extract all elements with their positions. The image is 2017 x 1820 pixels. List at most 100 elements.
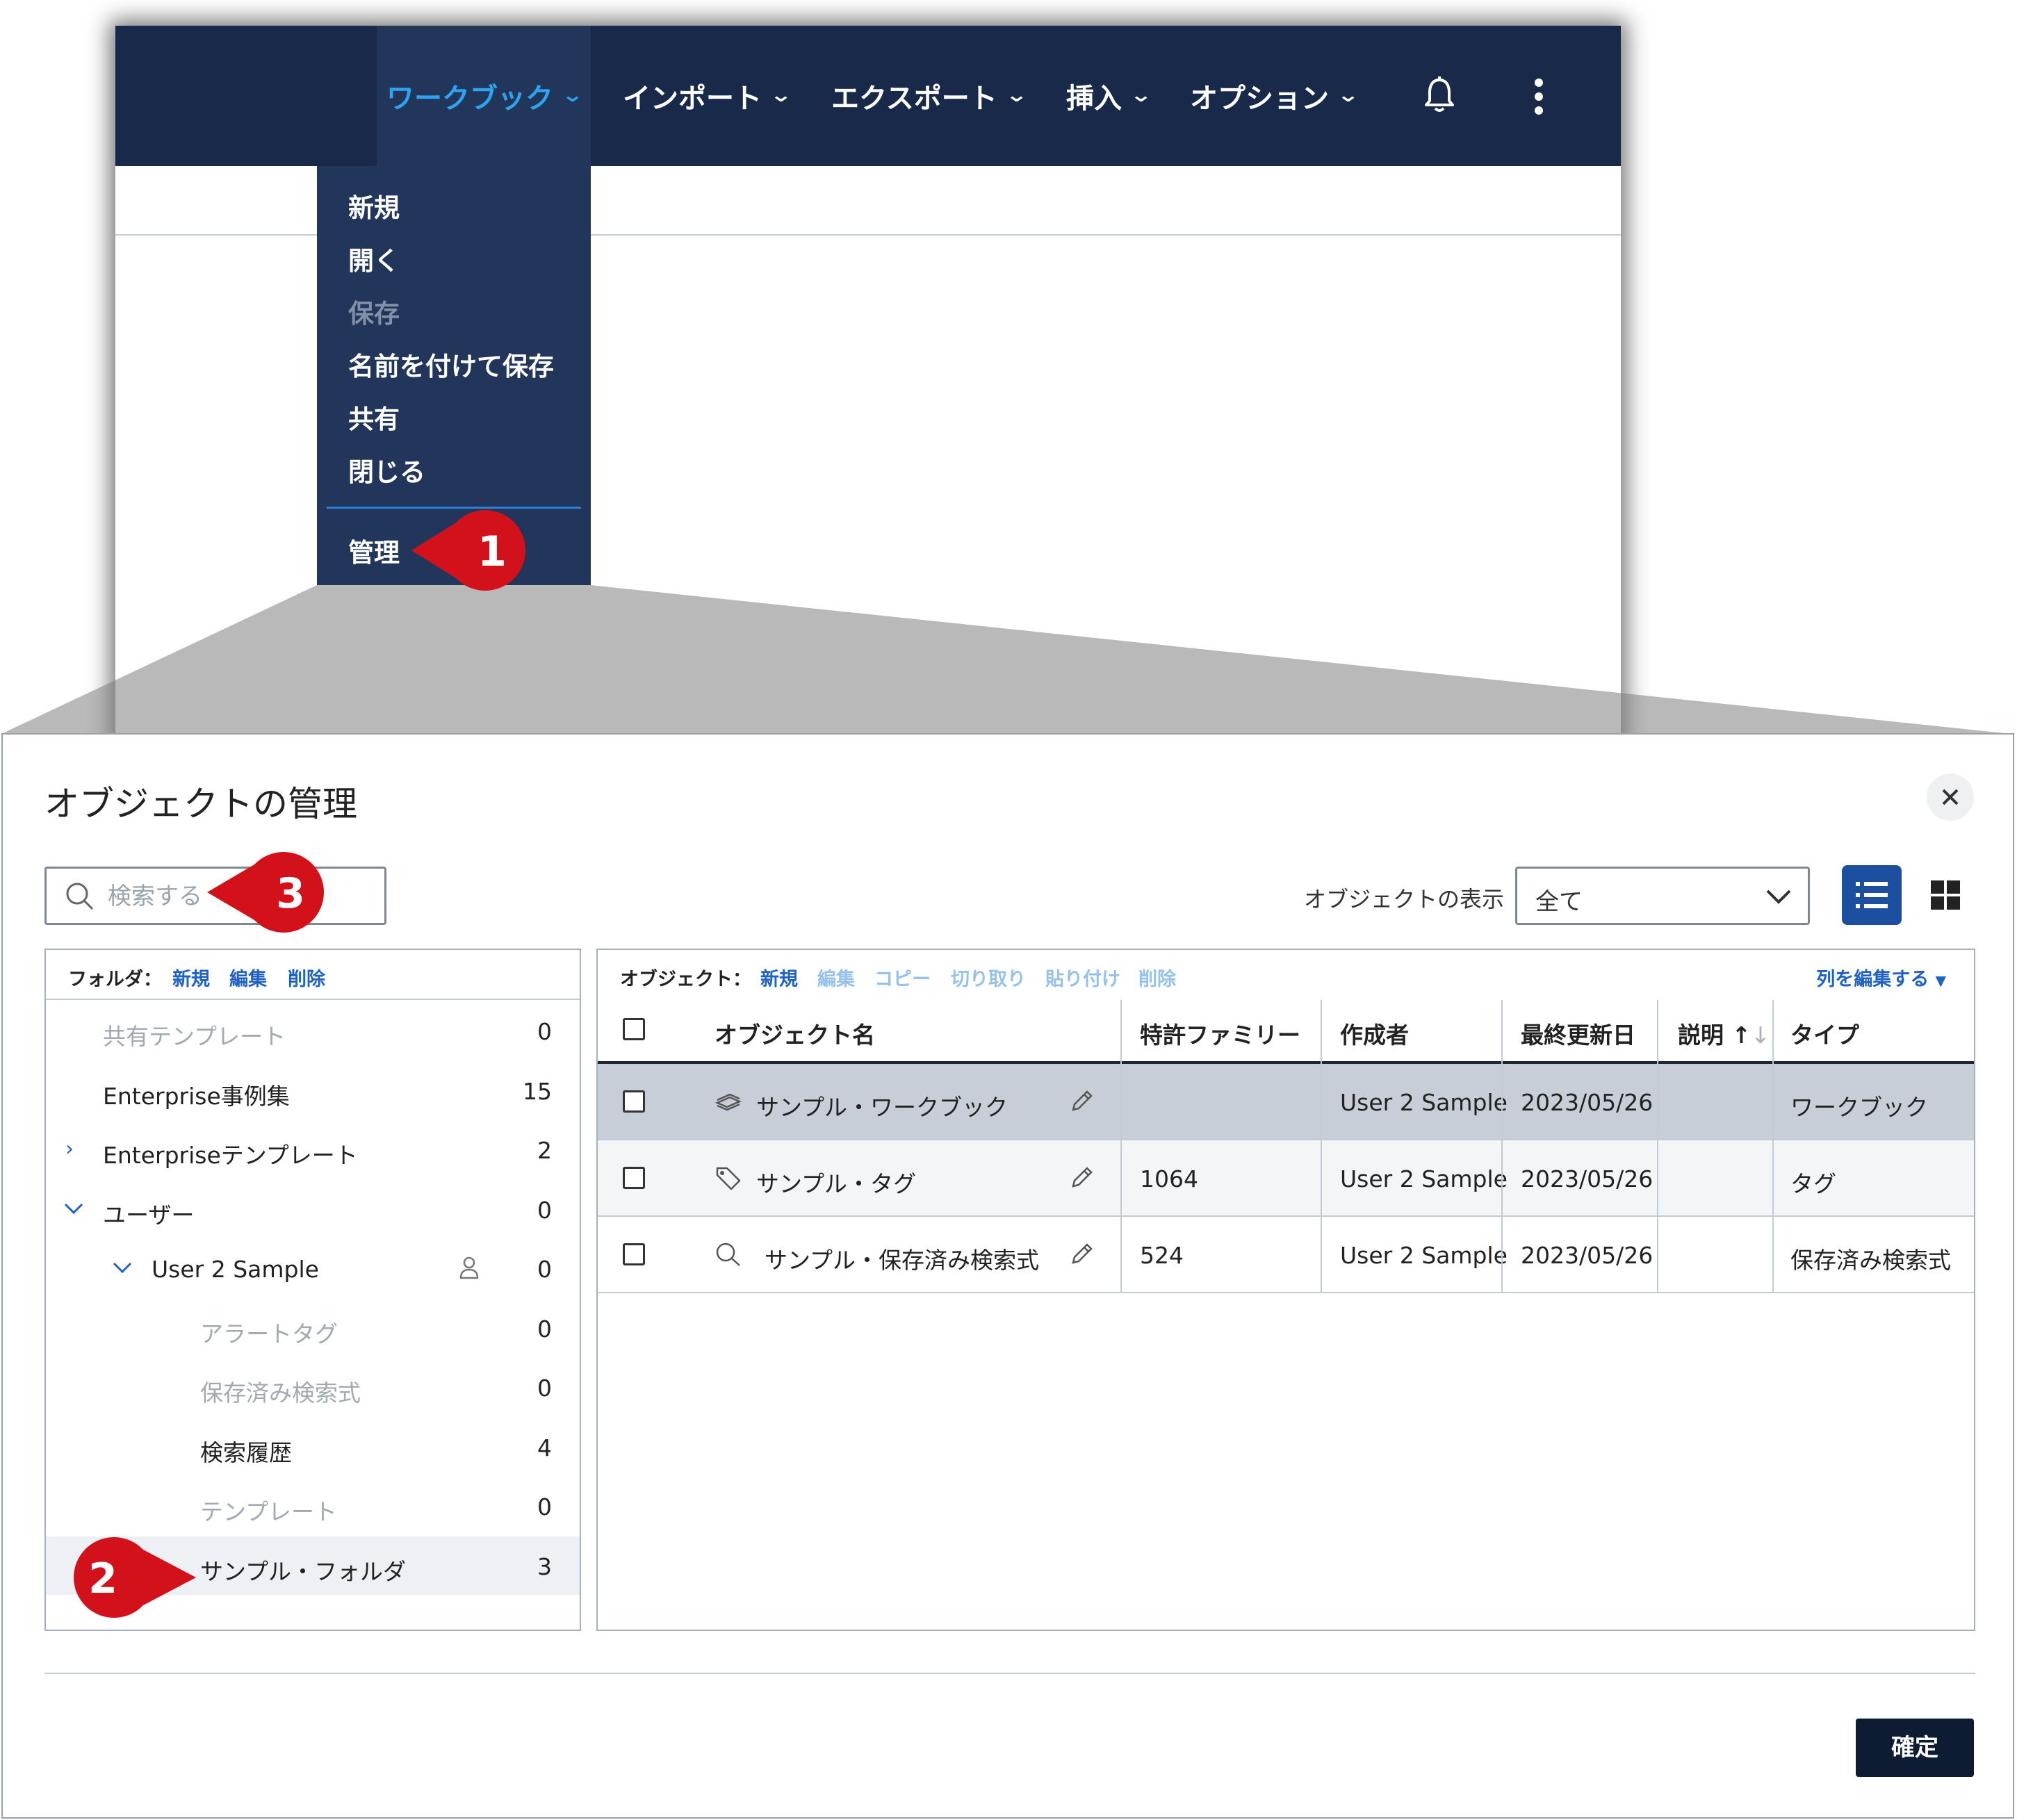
menu-item-manage[interactable]: 管理	[348, 532, 400, 569]
column-header-description[interactable]: 説明 ↑↓	[1678, 1017, 1770, 1050]
sort-arrow-icon: ↓	[1751, 1022, 1770, 1049]
callout-2-number: 2	[88, 1555, 117, 1603]
object-updated: 2023/05/26	[1521, 1165, 1653, 1192]
folder-row[interactable]: User 2 Sample 0	[46, 1239, 580, 1297]
pencil-icon[interactable]	[1068, 1088, 1095, 1115]
object-new-link[interactable]: 新規	[760, 964, 798, 991]
folder-row[interactable]: ユーザー 0	[46, 1180, 580, 1238]
object-delete-link: 削除	[1138, 969, 1176, 990]
folder-row[interactable]: 保存済み検索式 0	[46, 1358, 580, 1416]
dialog-title: オブジェクトの管理	[44, 784, 357, 824]
menu-item-open[interactable]: 開く	[348, 240, 400, 277]
list-view-icon	[1856, 882, 1888, 908]
column-header-description-label: 説明 ↑	[1678, 1022, 1751, 1049]
column-header-type[interactable]: タイプ	[1790, 1017, 1859, 1050]
object-paste-link: 貼り付け	[1045, 969, 1120, 990]
pencil-icon[interactable]	[1068, 1164, 1095, 1192]
callout-2: 2	[73, 1537, 196, 1618]
object-name[interactable]: サンプル・タグ	[756, 1165, 916, 1199]
object-type: タグ	[1790, 1170, 1836, 1197]
folder-label: サンプル・フォルダ	[200, 1558, 407, 1585]
edit-columns-link[interactable]: 列を編集する ▼	[1816, 964, 1946, 991]
column-divider	[1501, 1000, 1503, 1292]
chevron-right-icon[interactable]: ›	[65, 1137, 74, 1161]
object-view-label: オブジェクトの表示	[1304, 886, 1505, 912]
folder-edit-link[interactable]: 編集	[229, 964, 267, 991]
column-header-updated[interactable]: 最終更新日	[1521, 1017, 1635, 1050]
object-name[interactable]: サンプル・ワークブック	[756, 1089, 1008, 1122]
folder-label: Enterprise事例集	[103, 1083, 290, 1110]
folder-count: 3	[537, 1553, 552, 1580]
table-header: オブジェクト名 特許ファミリー 作成者 最終更新日 説明 ↑↓ タイプ	[598, 999, 1974, 1064]
search-icon	[66, 883, 94, 910]
table-row[interactable]: サンプル・保存済み検索式 524 User 2 Sample 2023/05/2…	[598, 1217, 1974, 1293]
object-author: User 2 Sample	[1340, 1089, 1508, 1116]
column-header-author[interactable]: 作成者	[1340, 1017, 1409, 1050]
object-author: User 2 Sample	[1340, 1242, 1508, 1269]
confirm-button[interactable]: 確定	[1856, 1719, 1974, 1777]
folder-count: 0	[537, 1197, 552, 1224]
folder-label: Enterpriseテンプレート	[103, 1142, 358, 1169]
object-view-value: 全て	[1535, 888, 1583, 916]
folder-row[interactable]: アラートタグ 0	[46, 1299, 580, 1357]
search-icon	[716, 1243, 740, 1266]
object-cut-link: 切り取り	[951, 969, 1026, 990]
table-row[interactable]: サンプル・タグ 1064 User 2 Sample 2023/05/26 タグ	[598, 1140, 1974, 1217]
footer-divider	[44, 1673, 1975, 1674]
object-updated: 2023/05/26	[1521, 1242, 1653, 1269]
close-button[interactable]	[1927, 773, 1974, 821]
object-copy-link: コピー	[874, 969, 931, 990]
chevron-down-icon[interactable]	[113, 1261, 132, 1274]
object-updated: 2023/05/26	[1521, 1089, 1653, 1116]
chevron-down-icon	[1766, 889, 1791, 904]
folder-count: 4	[537, 1434, 552, 1461]
column-divider	[1772, 1000, 1774, 1292]
column-header-name[interactable]: オブジェクト名	[714, 1017, 875, 1050]
menu-item-save: 保存	[348, 299, 400, 329]
folder-row[interactable]: Enterprise事例集 15	[46, 1061, 580, 1120]
folder-label: 共有テンプレート	[103, 1023, 286, 1050]
caret-down-icon: ▼	[1935, 972, 1946, 989]
chevron-down-icon[interactable]	[64, 1202, 83, 1215]
object-type: ワークブック	[1790, 1094, 1928, 1121]
list-view-button[interactable]	[1842, 865, 1902, 925]
menu-item-save-as[interactable]: 名前を付けて保存	[348, 345, 554, 383]
table-row[interactable]: サンプル・ワークブック User 2 Sample 2023/05/26 ワーク…	[598, 1064, 1974, 1140]
select-all-checkbox[interactable]	[623, 1018, 645, 1040]
object-name[interactable]: サンプル・保存済み検索式	[765, 1242, 1039, 1275]
folder-new-link[interactable]: 新規	[172, 964, 210, 991]
menu-item-share[interactable]: 共有	[348, 398, 400, 436]
menu-item-new[interactable]: 新規	[348, 187, 400, 224]
folder-count: 0	[537, 1493, 552, 1520]
folder-row[interactable]: › Enterpriseテンプレート 2	[46, 1120, 580, 1179]
zoom-connector	[0, 585, 2017, 735]
menu-item-close[interactable]: 閉じる	[348, 451, 425, 489]
pencil-icon[interactable]	[1068, 1240, 1095, 1268]
column-header-family[interactable]: 特許ファミリー	[1140, 1017, 1300, 1050]
folder-count: 2	[537, 1137, 552, 1164]
folder-count: 0	[537, 1256, 552, 1283]
folder-row[interactable]: テンプレート 0	[46, 1477, 580, 1535]
folder-delete-link[interactable]: 削除	[288, 964, 325, 991]
column-divider	[1657, 1000, 1658, 1292]
object-view-select[interactable]: 全て	[1515, 867, 1810, 925]
folder-toolbar-label: フォルダ：	[68, 969, 162, 990]
row-checkbox[interactable]	[623, 1243, 645, 1265]
column-divider	[1321, 1000, 1322, 1292]
tag-icon	[716, 1167, 741, 1190]
object-toolbar: オブジェクト： 新規 編集 コピー 切り取り 貼り付け 削除 列を編集する ▼	[598, 950, 1974, 1000]
folder-count: 0	[537, 1315, 552, 1343]
folder-toolbar: フォルダ： 新規 編集 削除	[46, 950, 580, 1000]
folder-label: User 2 Sample	[152, 1256, 319, 1283]
grid-view-icon[interactable]	[1931, 880, 1960, 910]
folder-label: アラートタグ	[200, 1320, 338, 1347]
folder-row[interactable]: 検索履歴 4	[46, 1418, 580, 1476]
objects-panel: オブジェクト： 新規 編集 コピー 切り取り 貼り付け 削除 列を編集する ▼ …	[596, 949, 1975, 1631]
folder-label: ユーザー	[103, 1202, 195, 1229]
row-checkbox[interactable]	[623, 1167, 645, 1189]
callout-1: 1	[411, 510, 525, 591]
folder-row[interactable]: 共有テンプレート 0	[46, 1001, 580, 1060]
folder-label: 保存済み検索式	[200, 1379, 361, 1407]
row-checkbox[interactable]	[623, 1090, 645, 1113]
callout-3: 3	[207, 852, 324, 933]
